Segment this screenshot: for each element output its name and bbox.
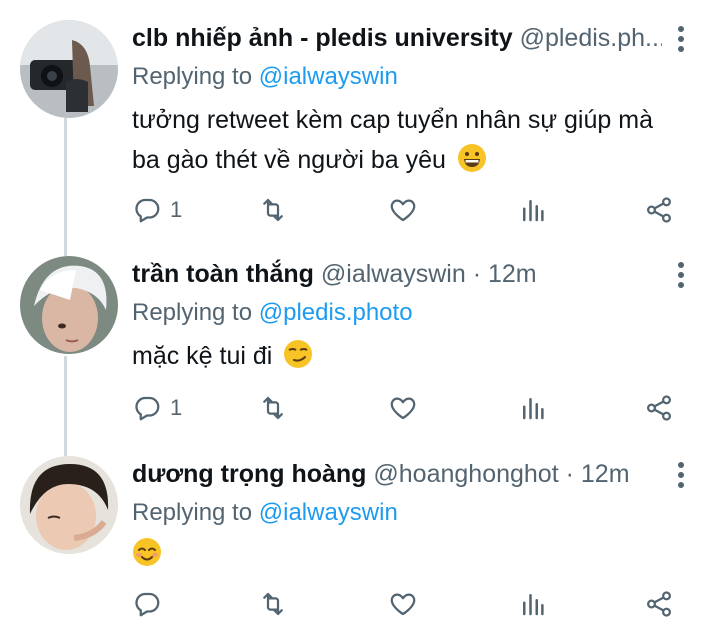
tweet-text-line: ba gào thét về người ba yêu bbox=[132, 140, 692, 185]
avatar-photo bbox=[20, 256, 118, 354]
tweet[interactable]: dương trọng hoàng @hoanghonghot · 12m Re… bbox=[0, 456, 720, 631]
share-icon bbox=[644, 393, 674, 423]
share-button[interactable] bbox=[644, 192, 674, 228]
tweet-text: mặc kệ tui đi bbox=[132, 336, 692, 381]
like-button[interactable] bbox=[388, 390, 418, 426]
timestamp[interactable]: 12m bbox=[581, 460, 630, 488]
replying-to-label: Replying to bbox=[132, 299, 253, 326]
display-name[interactable]: trần toàn thắng bbox=[132, 260, 314, 288]
tweet-actions bbox=[132, 586, 692, 622]
share-icon bbox=[644, 589, 674, 619]
avatar[interactable] bbox=[20, 20, 118, 118]
replying-to-mention[interactable]: @pledis.photo bbox=[259, 299, 413, 326]
more-icon[interactable] bbox=[668, 460, 694, 490]
display-name[interactable]: clb nhiếp ảnh - pledis university bbox=[132, 24, 513, 52]
user-handle[interactable]: @hoanghonghot bbox=[373, 460, 558, 488]
user-handle[interactable]: @pledis.ph... bbox=[520, 24, 662, 52]
more-icon[interactable] bbox=[668, 260, 694, 290]
share-button[interactable] bbox=[644, 390, 674, 426]
tweet[interactable]: clb nhiếp ảnh - pledis university @pledi… bbox=[0, 20, 720, 240]
reply-button[interactable]: 1 bbox=[132, 390, 182, 426]
reply-icon bbox=[132, 195, 162, 225]
analytics-button[interactable] bbox=[518, 192, 548, 228]
share-icon bbox=[644, 195, 674, 225]
tweet-header: dương trọng hoàng @hoanghonghot · 12m bbox=[132, 456, 662, 492]
retweet-icon bbox=[258, 195, 288, 225]
replying-to-mention[interactable]: @ialwayswin bbox=[259, 499, 398, 526]
reply-button[interactable] bbox=[132, 586, 170, 622]
tweet-text-line-2: ba gào thét về người ba yêu bbox=[132, 146, 446, 174]
replying-to-mention[interactable]: @ialwayswin bbox=[259, 63, 398, 90]
like-icon bbox=[388, 393, 418, 423]
display-name[interactable]: dương trọng hoàng bbox=[132, 460, 366, 488]
smirking-face-emoji-icon bbox=[283, 339, 313, 381]
analytics-button[interactable] bbox=[518, 390, 548, 426]
analytics-icon bbox=[518, 195, 548, 225]
grinning-face-emoji-icon bbox=[457, 143, 487, 185]
analytics-icon bbox=[518, 589, 548, 619]
replying-to: Replying to @ialwayswin bbox=[132, 496, 398, 530]
tweet-text bbox=[132, 534, 692, 579]
replying-to-label: Replying to bbox=[132, 63, 253, 90]
replying-to: Replying to @ialwayswin bbox=[132, 60, 398, 94]
replying-to: Replying to @pledis.photo bbox=[132, 296, 413, 330]
smiling-face-emoji-icon bbox=[132, 537, 162, 579]
avatar[interactable] bbox=[20, 256, 118, 354]
tweet-actions: 1 bbox=[132, 390, 692, 426]
avatar[interactable] bbox=[20, 456, 118, 554]
retweet-icon bbox=[258, 393, 288, 423]
tweet[interactable]: trần toàn thắng @ialwayswin · 12m Replyi… bbox=[0, 256, 720, 436]
separator-dot: · bbox=[565, 460, 574, 488]
reply-count: 1 bbox=[170, 197, 183, 222]
tweet-text-line: tưởng retweet kèm cap tuyển nhân sự giúp… bbox=[132, 106, 653, 134]
more-icon[interactable] bbox=[668, 24, 694, 54]
reply-button[interactable]: 1 bbox=[132, 192, 182, 228]
analytics-button[interactable] bbox=[518, 586, 548, 622]
like-icon bbox=[388, 195, 418, 225]
like-button[interactable] bbox=[388, 586, 418, 622]
tweet-text: tưởng retweet kèm cap tuyển nhân sự giúp… bbox=[132, 100, 692, 185]
retweet-button[interactable] bbox=[258, 192, 288, 228]
retweet-button[interactable] bbox=[258, 390, 288, 426]
tweet-header: trần toàn thắng @ialwayswin · 12m bbox=[132, 256, 662, 292]
avatar-photo bbox=[20, 456, 118, 554]
separator-dot: · bbox=[472, 260, 482, 288]
retweet-button[interactable] bbox=[258, 586, 288, 622]
like-button[interactable] bbox=[388, 192, 418, 228]
share-button[interactable] bbox=[644, 586, 674, 622]
tweet-header: clb nhiếp ảnh - pledis university @pledi… bbox=[132, 20, 662, 56]
reply-icon bbox=[132, 393, 162, 423]
analytics-icon bbox=[518, 393, 548, 423]
like-icon bbox=[388, 589, 418, 619]
replying-to-label: Replying to bbox=[132, 499, 253, 526]
tweet-actions: 1 bbox=[132, 192, 692, 228]
timestamp[interactable]: 12m bbox=[488, 260, 537, 288]
avatar-photo bbox=[20, 20, 118, 118]
tweet-text-line: mặc kệ tui đi bbox=[132, 342, 273, 370]
reply-count: 1 bbox=[170, 395, 183, 420]
retweet-icon bbox=[258, 589, 288, 619]
user-handle[interactable]: @ialwayswin bbox=[321, 260, 466, 288]
reply-icon bbox=[132, 589, 162, 619]
